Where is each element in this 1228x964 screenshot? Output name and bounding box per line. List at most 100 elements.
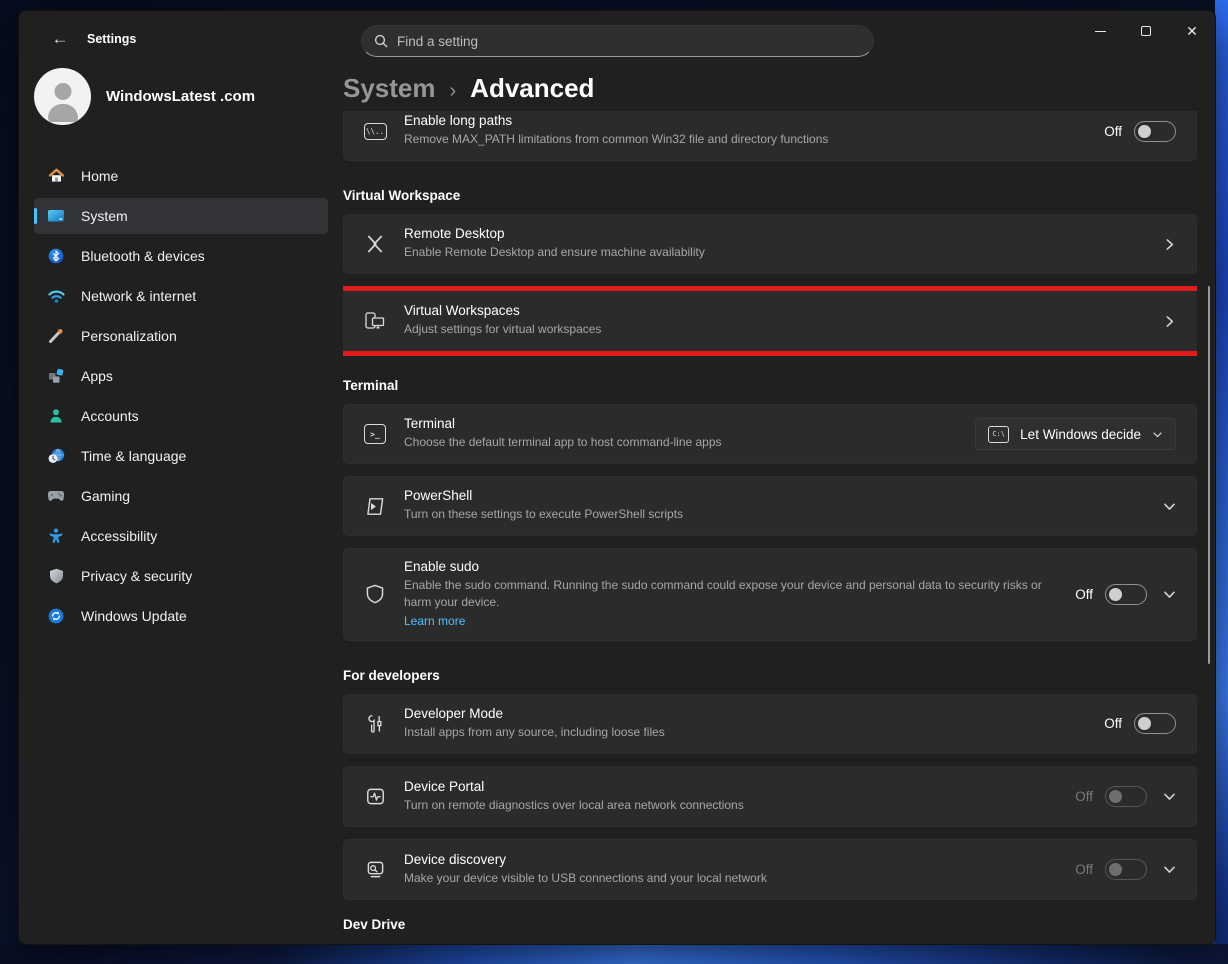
sudo-toggle[interactable]	[1105, 584, 1147, 605]
sidebar-item-accounts[interactable]: Accounts	[34, 398, 328, 434]
maximize-button[interactable]	[1123, 11, 1169, 51]
setting-card-powershell[interactable]: PowerShell Turn on these settings to exe…	[343, 476, 1197, 536]
setting-description: Turn on these settings to execute PowerS…	[404, 506, 1163, 523]
setting-card-device-portal[interactable]: Device Portal Turn on remote diagnostics…	[343, 766, 1197, 827]
setting-title: Enable sudo	[404, 559, 1075, 574]
clock-globe-icon	[47, 448, 65, 464]
setting-card-remote-desktop[interactable]: Remote Desktop Enable Remote Desktop and…	[343, 214, 1197, 274]
long-paths-toggle[interactable]	[1134, 121, 1176, 142]
minimize-icon	[1095, 31, 1106, 32]
home-icon	[47, 168, 65, 184]
sidebar-item-accessibility[interactable]: Accessibility	[34, 518, 328, 554]
wallpaper-ribbon-right	[1215, 0, 1228, 964]
device-portal-icon	[362, 783, 388, 809]
app-title: Settings	[87, 32, 136, 46]
gamepad-icon	[47, 488, 65, 504]
setting-card-enable-sudo[interactable]: Enable sudo Enable the sudo command. Run…	[343, 548, 1197, 641]
sidebar-item-apps[interactable]: Apps	[34, 358, 328, 394]
setting-description: Enable Remote Desktop and ensure machine…	[404, 244, 1163, 261]
powershell-icon	[362, 493, 388, 519]
sidebar-item-label: Apps	[81, 368, 113, 384]
sidebar-item-label: Gaming	[81, 488, 130, 504]
system-icon	[47, 208, 65, 224]
terminal-icon: >_	[362, 421, 388, 447]
search-input[interactable]	[397, 34, 861, 49]
breadcrumb-system[interactable]: System	[343, 73, 436, 104]
sidebar-item-label: Time & language	[81, 448, 186, 464]
search-icon	[374, 34, 388, 48]
wifi-icon	[47, 288, 65, 304]
chevron-down-icon[interactable]	[1163, 588, 1176, 601]
section-title-terminal: Terminal	[343, 378, 1197, 393]
chevron-right-icon[interactable]	[1163, 238, 1176, 251]
device-portal-toggle[interactable]	[1105, 786, 1147, 807]
section-title-virtual-workspace: Virtual Workspace	[343, 188, 1197, 203]
apps-icon	[47, 368, 65, 384]
sidebar-item-bluetooth-devices[interactable]: Bluetooth & devices	[34, 238, 328, 274]
setting-title: Enable long paths	[404, 113, 1104, 128]
setting-card-device-discovery[interactable]: Device discovery Make your device visibl…	[343, 839, 1197, 900]
setting-card-terminal[interactable]: >_ Terminal Choose the default terminal …	[343, 404, 1197, 464]
setting-title: Virtual Workspaces	[404, 303, 1163, 318]
sidebar-item-label: Network & internet	[81, 288, 196, 304]
chevron-down-icon[interactable]	[1163, 790, 1176, 803]
sidebar-item-network-internet[interactable]: Network & internet	[34, 278, 328, 314]
person-icon	[47, 408, 65, 424]
breadcrumb: System › Advanced	[343, 73, 594, 104]
developer-mode-icon	[362, 711, 388, 737]
setting-description: Install apps from any source, including …	[404, 724, 1104, 741]
developer-mode-toggle[interactable]	[1134, 713, 1176, 734]
paintbrush-icon	[47, 328, 65, 344]
setting-card-virtual-workspaces[interactable]: Virtual Workspaces Adjust settings for v…	[343, 291, 1197, 351]
search-box[interactable]	[361, 25, 874, 57]
sidebar-item-gaming[interactable]: Gaming	[34, 478, 328, 514]
chevron-right-icon[interactable]	[1163, 315, 1176, 328]
setting-card-developer-mode[interactable]: Developer Mode Install apps from any sou…	[343, 694, 1197, 754]
user-name: WindowsLatest .com	[106, 88, 255, 105]
setting-card-enable-long-paths[interactable]: \\.. Enable long paths Remove MAX_PATH l…	[343, 111, 1197, 161]
close-button[interactable]: ✕	[1169, 11, 1215, 51]
setting-title: Remote Desktop	[404, 226, 1163, 241]
sidebar: WindowsLatest .com Home System	[19, 59, 343, 944]
selected-accent-bar	[34, 208, 37, 224]
sidebar-item-home[interactable]: Home	[34, 158, 328, 194]
terminal-app-dropdown[interactable]: C:\ Let Windows decide	[975, 418, 1176, 450]
bluetooth-icon	[47, 248, 65, 264]
setting-description: Choose the default terminal app to host …	[404, 434, 975, 451]
maximize-icon	[1141, 26, 1151, 36]
sidebar-item-label: Accounts	[81, 408, 139, 424]
chevron-down-icon	[1152, 429, 1163, 440]
sidebar-item-label: Bluetooth & devices	[81, 248, 205, 264]
user-account[interactable]: WindowsLatest .com	[34, 68, 255, 125]
sidebar-item-label: Accessibility	[81, 528, 157, 544]
sidebar-item-windows-update[interactable]: Windows Update	[34, 598, 328, 634]
back-button[interactable]: ←	[45, 27, 75, 51]
update-icon	[47, 608, 65, 624]
learn-more-link[interactable]: Learn more	[404, 614, 465, 628]
setting-description: Make your device visible to USB connecti…	[404, 870, 1075, 887]
sidebar-item-label: Personalization	[81, 328, 177, 344]
minimize-button[interactable]	[1077, 11, 1123, 51]
sidebar-item-personalization[interactable]: Personalization	[34, 318, 328, 354]
shield-icon	[47, 568, 65, 584]
sidebar-item-privacy-security[interactable]: Privacy & security	[34, 558, 328, 594]
device-discovery-toggle[interactable]	[1105, 859, 1147, 880]
chevron-down-icon[interactable]	[1163, 500, 1176, 513]
toggle-state-label: Off	[1075, 789, 1093, 804]
toggle-state-label: Off	[1104, 716, 1122, 731]
breadcrumb-separator: ›	[450, 80, 457, 103]
section-title-dev-drive: Dev Drive	[343, 917, 1197, 932]
page-title: Advanced	[470, 73, 594, 104]
sidebar-item-system[interactable]: System	[34, 198, 328, 234]
sidebar-item-label: Home	[81, 168, 118, 184]
accessibility-icon	[47, 528, 65, 544]
settings-list: \\.. Enable long paths Remove MAX_PATH l…	[343, 111, 1197, 944]
wallpaper-ribbon-bottom	[0, 944, 1228, 964]
shield-outline-icon	[362, 581, 388, 607]
scrollbar-thumb[interactable]	[1208, 286, 1211, 664]
long-paths-icon: \\..	[362, 118, 388, 144]
chevron-down-icon[interactable]	[1163, 863, 1176, 876]
device-discovery-icon	[362, 856, 388, 882]
avatar	[34, 68, 91, 125]
sidebar-item-time-language[interactable]: Time & language	[34, 438, 328, 474]
